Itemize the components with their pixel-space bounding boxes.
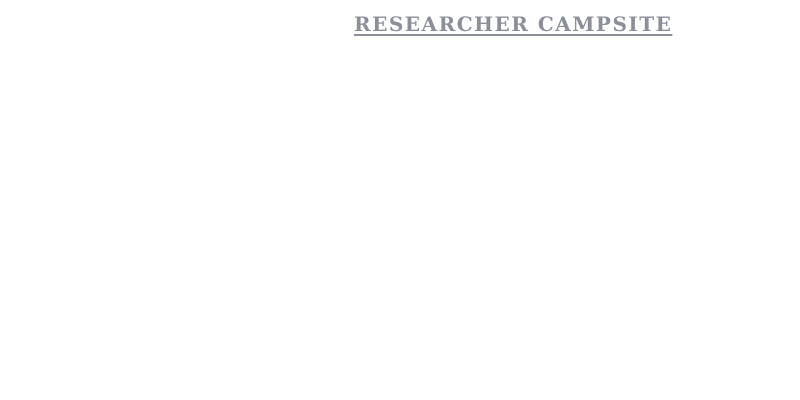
page-title-link[interactable]: RESEARCHER CAMPSITE (354, 11, 672, 37)
page: RESEARCHER CAMPSITE (0, 0, 800, 400)
